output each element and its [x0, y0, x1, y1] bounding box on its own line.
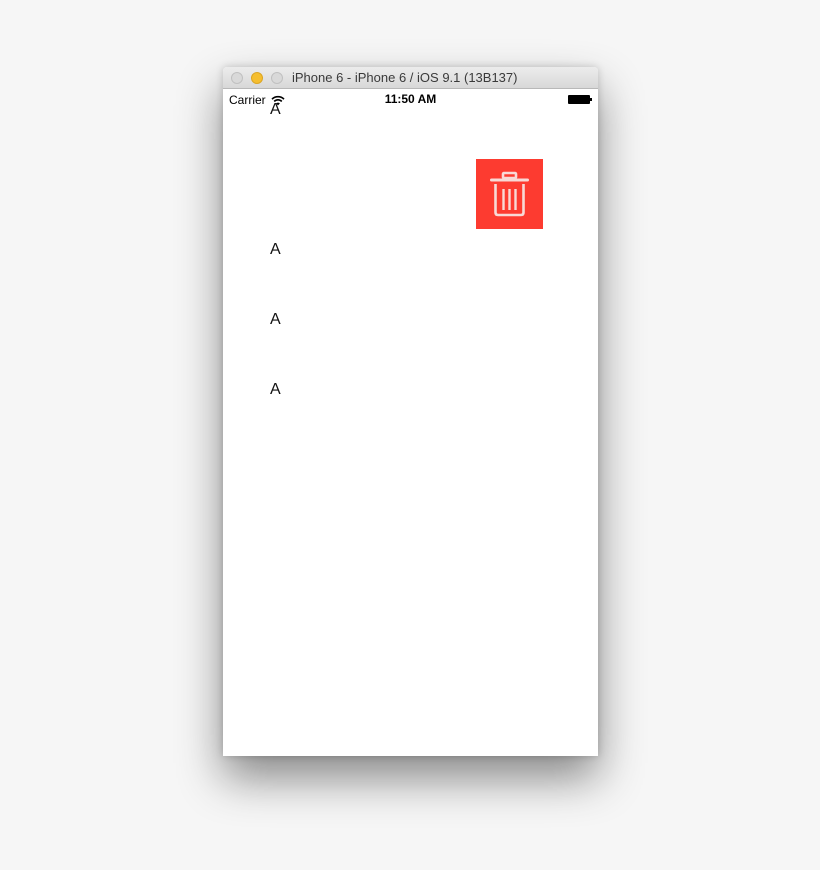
battery-icon	[568, 95, 590, 104]
window-titlebar[interactable]: iPhone 6 - iPhone 6 / iOS 9.1 (13B137)	[223, 67, 598, 89]
list-item-label[interactable]: A	[270, 311, 281, 329]
delete-button[interactable]	[476, 159, 543, 229]
zoom-window-button[interactable]	[271, 72, 283, 84]
device-screen: Carrier 11:50 AM A A A A	[223, 89, 598, 756]
list-item-label[interactable]: A	[270, 381, 281, 399]
list-item-label[interactable]: A	[270, 101, 281, 119]
minimize-window-button[interactable]	[251, 72, 263, 84]
simulator-window: iPhone 6 - iPhone 6 / iOS 9.1 (13B137) C…	[223, 67, 598, 756]
window-title: iPhone 6 - iPhone 6 / iOS 9.1 (13B137)	[292, 70, 518, 85]
list-item-label[interactable]: A	[270, 241, 281, 259]
trash-icon	[490, 171, 529, 217]
close-window-button[interactable]	[231, 72, 243, 84]
battery-cap	[590, 98, 592, 101]
